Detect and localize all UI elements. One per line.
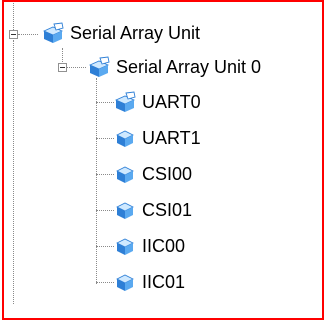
highlight-frame [2,0,324,320]
tree-view: Serial Array Unit Serial Array Unit 0 UA… [0,0,328,320]
